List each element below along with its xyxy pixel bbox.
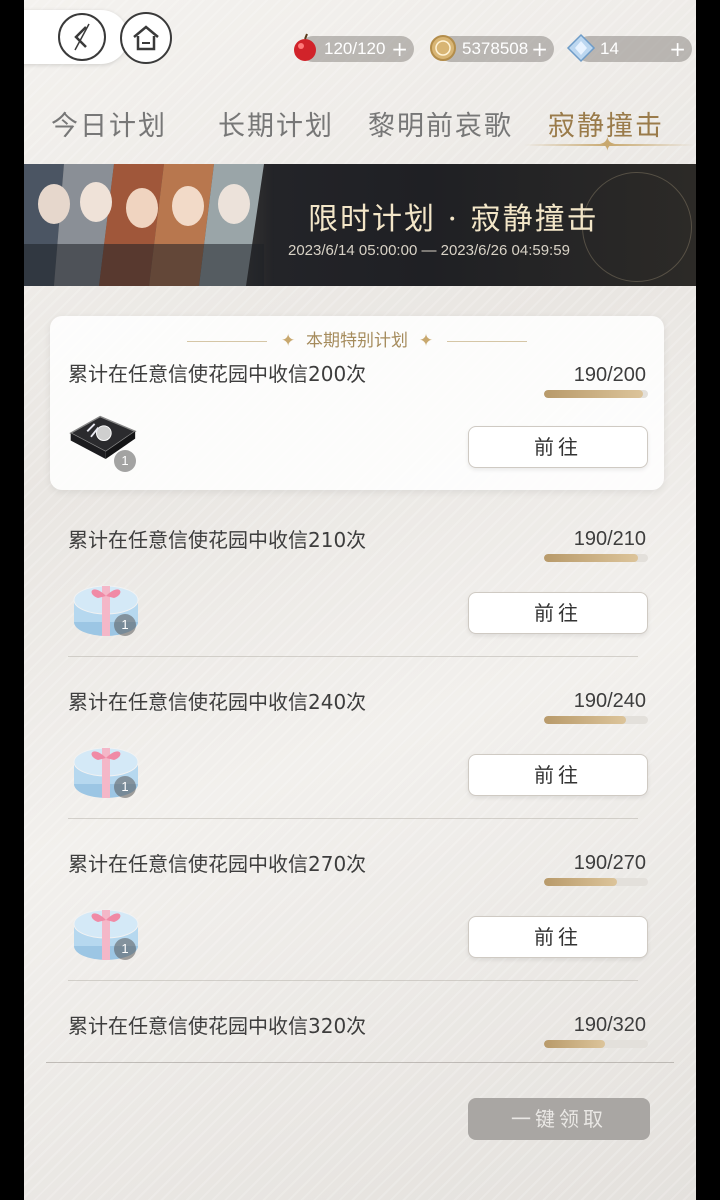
task-progress-bar	[544, 390, 648, 398]
special-plan-header: ✦ 本期特别计划 ✦	[50, 326, 664, 351]
task-row: 累计在任意信使花园中收信320次 190/320	[24, 1008, 696, 1062]
footer-divider	[46, 1062, 674, 1063]
tab-long-term-plan[interactable]: 长期计划	[218, 104, 334, 143]
diamond-value: 14	[600, 39, 619, 58]
go-button[interactable]: 前往	[468, 426, 648, 468]
task-progress-count: 190/270	[573, 852, 646, 874]
back-icon	[58, 13, 106, 61]
task-progress-fill	[544, 390, 643, 398]
back-button[interactable]	[24, 10, 128, 64]
go-button[interactable]: 前往	[468, 916, 648, 958]
reward-quantity: 1	[114, 776, 136, 798]
sparkle-icon: ✦	[280, 331, 296, 351]
event-banner: 限时计划 · 寂静撞击 2023/6/14 05:00:00 — 2023/6/…	[24, 164, 696, 286]
task-title: 累计在任意信使花园中收信200次	[68, 362, 367, 386]
stamina-counter: 120/120 +	[294, 33, 414, 62]
coin-value: 5378508	[462, 39, 529, 58]
task-progress-count: 190/240	[573, 690, 646, 712]
task-progress-bar	[544, 554, 648, 562]
task-title: 累计在任意信使花园中收信210次	[68, 528, 367, 552]
coin-counter: 5378508 +	[430, 35, 554, 62]
tab-daily-plan[interactable]: 今日计划	[51, 104, 167, 143]
task-progress-count: 190/320	[573, 1014, 646, 1036]
task-progress-bar	[544, 716, 648, 724]
app-screen: 120/120 + 5378508 + 14 + 今日计划 长期计划 黎明前哀歌…	[24, 0, 696, 1200]
go-button[interactable]: 前往	[468, 592, 648, 634]
tab-dawn-elegy[interactable]: 黎明前哀歌	[368, 104, 513, 143]
divider	[68, 818, 638, 819]
special-plan-label: 本期特别计划	[306, 331, 408, 351]
diamond-counter: 14 +	[566, 33, 692, 63]
task-title: 累计在任意信使花园中收信240次	[68, 690, 367, 714]
apple-icon	[294, 33, 316, 61]
home-button[interactable]	[120, 12, 172, 64]
gift-box-icon[interactable]	[68, 1052, 144, 1062]
task-progress-count: 190/210	[573, 528, 646, 550]
task-title: 累计在任意信使花园中收信270次	[68, 852, 367, 876]
stamina-value: 120/120	[324, 39, 386, 58]
diamond-icon	[566, 33, 596, 63]
task-progress-bar	[544, 1040, 648, 1048]
task-row: 累计在任意信使花园中收信200次 190/200 1 前往	[24, 356, 696, 516]
reward-quantity: 1	[114, 614, 136, 636]
task-progress-bar	[544, 878, 648, 886]
home-icon	[133, 25, 159, 51]
add-stamina-button[interactable]: +	[391, 36, 408, 62]
task-row: 累计在任意信使花园中收信210次 190/210 1 前往	[24, 522, 696, 682]
task-progress-fill	[544, 554, 639, 562]
claim-all-button[interactable]: 一键领取	[468, 1098, 650, 1140]
task-row: 累计在任意信使花园中收信240次 190/240 1 前往	[24, 684, 696, 844]
add-diamond-button[interactable]: +	[669, 36, 686, 62]
sparkle-icon: ✦	[418, 331, 434, 351]
coin-icon	[430, 35, 456, 61]
reward-quantity: 1	[114, 450, 136, 472]
go-button[interactable]: 前往	[468, 754, 648, 796]
task-row: 累计在任意信使花园中收信270次 190/270 1 前往	[24, 846, 696, 1006]
reward-quantity: 1	[114, 938, 136, 960]
task-progress-fill	[544, 716, 627, 724]
task-progress-fill	[544, 878, 617, 886]
sparkle-icon: ✦	[599, 132, 616, 156]
add-coin-button[interactable]: +	[531, 36, 548, 62]
character-artwork	[24, 164, 274, 286]
task-title: 累计在任意信使花园中收信320次	[68, 1014, 367, 1038]
banner-date-range: 2023/6/14 05:00:00 — 2023/6/26 04:59:59	[288, 242, 570, 259]
divider	[68, 980, 638, 981]
banner-title: 限时计划 · 寂静撞击	[308, 202, 599, 237]
task-progress-fill	[544, 1040, 606, 1048]
divider	[68, 656, 638, 657]
task-progress-count: 190/200	[573, 364, 646, 386]
